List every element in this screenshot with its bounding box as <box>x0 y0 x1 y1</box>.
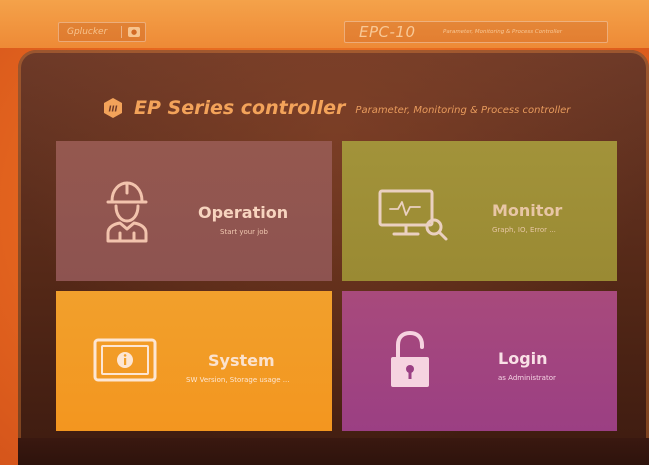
operation-subtitle: Start your job <box>220 228 268 236</box>
info-tablet-icon <box>93 338 157 382</box>
login-subtitle: as Administrator <box>498 374 556 382</box>
monitor-subtitle: Graph, IO, Error ... <box>492 226 556 234</box>
brand-name: Gplucker <box>67 27 108 37</box>
worker-icon <box>106 181 148 243</box>
login-text: Login as Administrator <box>498 349 556 382</box>
system-subtitle: SW Version, Storage usage ... <box>186 376 290 384</box>
unlock-icon <box>391 331 429 387</box>
monitor-title: Monitor <box>492 201 563 220</box>
brand-badge-icon: ● <box>128 27 140 37</box>
system-tile[interactable]: System SW Version, Storage usage ... <box>56 291 332 431</box>
model-description: Parameter, Monitoring & Process Controll… <box>443 29 563 35</box>
monitor-search-icon <box>378 189 448 241</box>
screen-bottom-edge <box>18 438 649 465</box>
operation-text: Operation Start your job <box>198 203 288 236</box>
operation-title: Operation <box>198 203 289 222</box>
svg-text:III: III <box>109 105 118 114</box>
operation-tile[interactable]: Operation Start your job <box>56 141 332 281</box>
login-title: Login <box>498 349 548 368</box>
monitor-tile[interactable]: Monitor Graph, IO, Error ... <box>342 141 617 281</box>
divider <box>121 26 122 38</box>
hexagon-logo-icon: III <box>104 98 122 118</box>
login-tile[interactable]: Login as Administrator <box>342 291 617 431</box>
system-title: System <box>208 351 275 370</box>
brand-plate: Gplucker ● <box>58 22 146 42</box>
screen-header: III EP Series controller Parameter, Moni… <box>102 94 570 122</box>
monitor-text: Monitor Graph, IO, Error ... <box>492 201 562 234</box>
model-name: EPC-10 <box>359 23 416 41</box>
system-text: System SW Version, Storage usage ... <box>186 351 289 384</box>
model-plate: EPC-10 Parameter, Monitoring & Process C… <box>344 21 608 43</box>
page-subtitle: Parameter, Monitoring & Process controll… <box>355 104 571 116</box>
device-top-bar: Gplucker ● EPC-10 Parameter, Monitoring … <box>0 0 649 48</box>
page-title: EP Series controller <box>134 97 346 119</box>
